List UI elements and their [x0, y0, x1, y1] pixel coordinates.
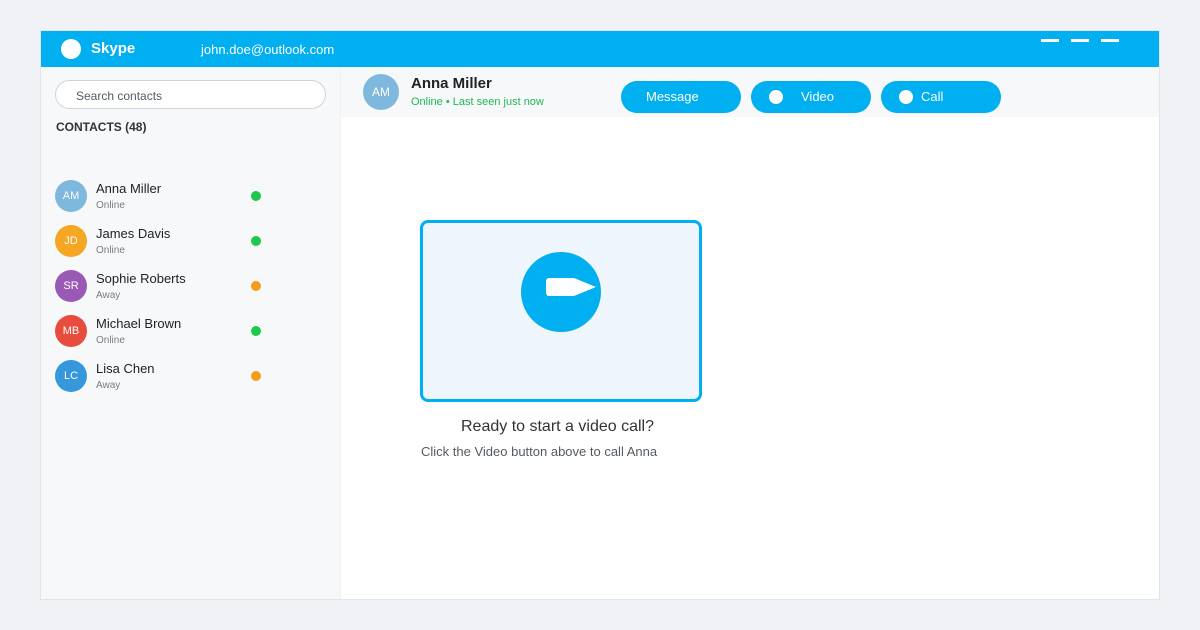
maximize-icon[interactable] [1071, 39, 1089, 42]
video-button[interactable]: Video [751, 81, 871, 113]
camera-lens-shape [574, 278, 596, 296]
video-call-prompt: Ready to start a video call? [461, 418, 654, 435]
avatar: AM [363, 74, 399, 110]
contacts-sidebar: Search contacts CONTACTS (48) AM Anna Mi… [41, 67, 341, 599]
contact-status: Away [96, 290, 121, 301]
contact-item-anna-miller[interactable]: AM Anna Miller Online [41, 180, 341, 224]
avatar: MB [55, 315, 87, 347]
contact-item-michael-brown[interactable]: MB Michael Brown Online [41, 315, 341, 359]
call-button-label: Call [921, 89, 944, 104]
video-preview[interactable] [420, 220, 702, 402]
contact-name: Michael Brown [96, 316, 182, 331]
search-placeholder: Search contacts [76, 89, 163, 103]
presence-dot-icon [251, 191, 261, 201]
contact-status: Away [96, 380, 121, 391]
title-bar: Skype john.doe@outlook.com [41, 31, 1159, 67]
avatar: SR [55, 270, 87, 302]
message-button-label: Message [646, 89, 699, 104]
presence-dot-icon [251, 236, 261, 246]
call-button[interactable]: Call [881, 81, 1001, 113]
video-call-hint: Click the Video button above to call Ann… [421, 444, 658, 459]
contacts-header: CONTACTS (48) [56, 120, 147, 134]
conversation-contact-name: Anna Miller [411, 75, 492, 92]
contact-item-lisa-chen[interactable]: LC Lisa Chen Away [41, 360, 341, 404]
camera-body-shape [546, 278, 576, 296]
contact-item-sophie-roberts[interactable]: SR Sophie Roberts Away [41, 270, 341, 314]
conversation-contact-status: Online • Last seen just now [411, 96, 544, 108]
contact-status: Online [96, 245, 125, 256]
contact-name: Lisa Chen [96, 361, 155, 376]
account-email[interactable]: john.doe@outlook.com [201, 42, 334, 58]
presence-dot-icon [251, 281, 261, 291]
message-button[interactable]: Message [621, 81, 741, 113]
video-icon [769, 90, 783, 104]
video-camera-icon[interactable] [521, 252, 601, 332]
chat-header: AM Anna Miller Online • Last seen just n… [341, 67, 1159, 117]
avatar: JD [55, 225, 87, 257]
presence-dot-icon [251, 371, 261, 381]
skype-logo-icon [61, 39, 81, 59]
contact-name: Anna Miller [96, 181, 162, 196]
conversation-area: Ready to start a video call? Click the V… [341, 117, 1159, 599]
contact-name: Sophie Roberts [96, 271, 186, 286]
phone-icon [899, 90, 913, 104]
contact-name: James Davis [96, 226, 171, 241]
video-button-label: Video [801, 89, 835, 104]
close-icon[interactable] [1101, 39, 1119, 42]
skype-window: Skype john.doe@outlook.com Search contac… [40, 30, 1160, 600]
contact-status: Online [96, 335, 125, 346]
contact-item-james-davis[interactable]: JD James Davis Online [41, 225, 341, 269]
presence-dot-icon [251, 326, 261, 336]
avatar: LC [55, 360, 87, 392]
contact-status: Online [96, 200, 125, 211]
minimize-icon[interactable] [1041, 39, 1059, 42]
app-name: Skype [91, 40, 136, 57]
avatar: AM [55, 180, 87, 212]
search-input[interactable]: Search contacts [55, 80, 326, 109]
